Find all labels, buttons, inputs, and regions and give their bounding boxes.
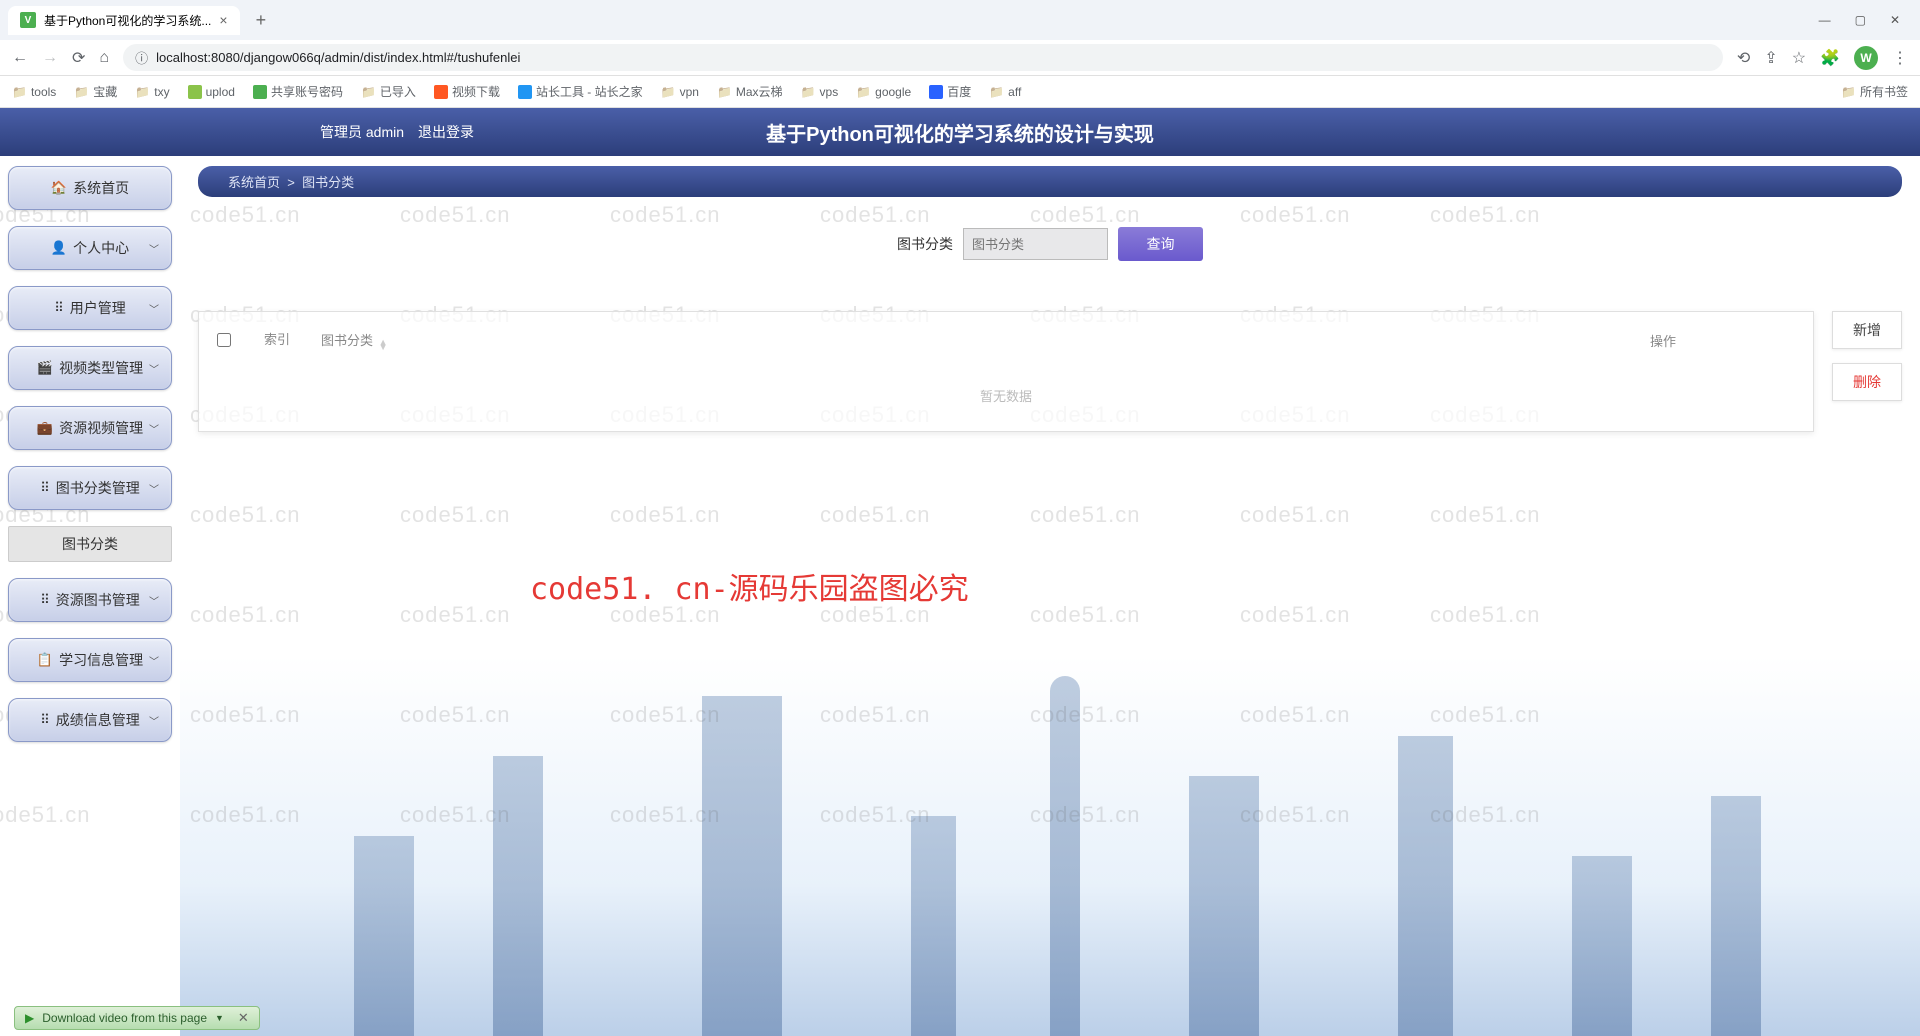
translate-icon[interactable]: ⟲ <box>1737 48 1750 68</box>
play-icon: ▶ <box>25 1011 34 1025</box>
grid-icon: ⠿ <box>40 592 50 608</box>
reload-icon[interactable]: ⟳ <box>72 48 85 68</box>
menu-home[interactable]: 🏠系统首页 <box>8 166 172 210</box>
menu-score-info[interactable]: ⠿成绩信息管理﹀ <box>8 698 172 742</box>
bookmark-vpn[interactable]: vpn <box>661 85 699 99</box>
admin-label: 管理员 admin <box>320 122 404 142</box>
breadcrumb: 系统首页 > 图书分类 <box>198 166 1902 197</box>
grid-icon: ⠿ <box>40 712 50 728</box>
all-bookmarks[interactable]: 所有书签 <box>1841 83 1908 100</box>
search-input[interactable] <box>963 228 1108 260</box>
new-tab-button[interactable]: + <box>248 10 275 31</box>
address-bar: ← → ⟳ ⌂ ⓘ localhost:8080/djangow066q/adm… <box>0 40 1920 76</box>
sort-caret-icon[interactable]: ▲▼ <box>379 340 388 351</box>
bookmark-vps[interactable]: vps <box>801 85 839 99</box>
menu-icon[interactable]: ⋮ <box>1892 48 1908 68</box>
main-content: 系统首页 > 图书分类 图书分类 查询 索引 图书分类 ▲▼ 操作 暂 <box>180 156 1920 1036</box>
bookmark-video-dl[interactable]: 视频下载 <box>434 83 500 100</box>
bookmark-imported[interactable]: 已导入 <box>361 83 416 100</box>
menu-personal[interactable]: 👤个人中心﹀ <box>8 226 172 270</box>
chevron-down-icon: ﹀ <box>149 481 159 496</box>
minimize-icon[interactable]: — <box>1819 13 1831 27</box>
app-header: 管理员 admin 退出登录 基于Python可视化的学习系统的设计与实现 <box>0 108 1920 156</box>
menu-book-category[interactable]: ⠿图书分类管理﹀ <box>8 466 172 510</box>
grid-icon: ⠿ <box>40 480 50 496</box>
back-icon[interactable]: ← <box>12 49 28 67</box>
close-icon[interactable]: ✕ <box>238 1010 249 1026</box>
menu-study-info[interactable]: 📋学习信息管理﹀ <box>8 638 172 682</box>
profile-avatar[interactable]: W <box>1854 46 1878 70</box>
briefcase-icon: 💼 <box>37 420 53 436</box>
url-input[interactable]: ⓘ localhost:8080/djangow066q/admin/dist/… <box>123 44 1723 71</box>
bookmark-star-icon[interactable]: ☆ <box>1792 48 1806 68</box>
menu-user-mgmt[interactable]: ⠿用户管理﹀ <box>8 286 172 330</box>
col-index: 索引 <box>249 332 305 349</box>
breadcrumb-home[interactable]: 系统首页 <box>228 175 280 190</box>
window-controls: — ▢ ✕ <box>1819 13 1912 27</box>
bookmark-share-account[interactable]: 共享账号密码 <box>253 83 343 100</box>
bookmarks-bar: tools 宝藏 txy uplod 共享账号密码 已导入 视频下载 站长工具 … <box>0 76 1920 108</box>
bookmark-google[interactable]: google <box>856 85 911 99</box>
menu-resource-book[interactable]: ⠿资源图书管理﹀ <box>8 578 172 622</box>
extensions-icon[interactable]: 🧩 <box>1820 48 1840 68</box>
chevron-down-icon: ﹀ <box>149 593 159 608</box>
bookmark-uplod[interactable]: uplod <box>188 85 235 99</box>
search-button[interactable]: 查询 <box>1118 227 1203 261</box>
chevron-down-icon: ﹀ <box>149 241 159 256</box>
bookmark-tools[interactable]: tools <box>12 85 56 99</box>
side-actions: 新增 删除 <box>1832 311 1902 432</box>
clipboard-icon: 📋 <box>37 652 53 668</box>
search-row: 图书分类 查询 <box>198 227 1902 261</box>
col-category[interactable]: 图书分类 ▲▼ <box>305 330 1513 351</box>
forward-icon[interactable]: → <box>42 49 58 67</box>
select-all-checkbox[interactable] <box>217 333 231 347</box>
app-title: 基于Python可视化的学习系统的设计与实现 <box>766 118 1154 147</box>
sidebar: 🏠系统首页 👤个人中心﹀ ⠿用户管理﹀ 🎬视频类型管理﹀ 💼资源视频管理﹀ ⠿图… <box>0 156 180 1036</box>
table-empty-text: 暂无数据 <box>199 368 1813 431</box>
bookmark-baozang[interactable]: 宝藏 <box>74 83 117 100</box>
add-button[interactable]: 新增 <box>1832 311 1902 349</box>
tab-favicon-icon: V <box>20 12 36 28</box>
browser-tab-bar: V 基于Python可视化的学习系统... × + — ▢ ✕ <box>0 0 1920 40</box>
chevron-down-icon: ﹀ <box>149 301 159 316</box>
bookmark-max[interactable]: Max云梯 <box>717 83 783 100</box>
bookmark-zhanzhang[interactable]: 站长工具 - 站长之家 <box>518 83 643 100</box>
user-icon: 👤 <box>51 240 67 256</box>
delete-button[interactable]: 删除 <box>1832 363 1902 401</box>
search-label: 图书分类 <box>897 234 953 254</box>
chevron-down-icon: ﹀ <box>149 421 159 436</box>
menu-video-type[interactable]: 🎬视频类型管理﹀ <box>8 346 172 390</box>
data-table: 索引 图书分类 ▲▼ 操作 暂无数据 <box>198 311 1814 432</box>
logout-link[interactable]: 退出登录 <box>418 122 474 142</box>
video-icon: 🎬 <box>37 360 53 376</box>
col-operation: 操作 <box>1513 331 1813 350</box>
browser-tab[interactable]: V 基于Python可视化的学习系统... × <box>8 6 240 35</box>
maximize-icon[interactable]: ▢ <box>1855 13 1866 27</box>
bookmark-aff[interactable]: aff <box>989 85 1021 99</box>
url-text: localhost:8080/djangow066q/admin/dist/in… <box>156 50 520 65</box>
share-icon[interactable]: ⇪ <box>1764 48 1777 68</box>
download-video-bar[interactable]: ▶ Download video from this page ▼ ✕ <box>14 1006 260 1030</box>
menu-book-category-sub[interactable]: 图书分类 <box>8 526 172 562</box>
grid-icon: ⠿ <box>54 300 64 316</box>
tab-close-icon[interactable]: × <box>219 12 227 28</box>
site-info-icon[interactable]: ⓘ <box>135 48 148 67</box>
home-icon[interactable]: ⌂ <box>99 49 109 67</box>
chevron-down-icon: ﹀ <box>149 713 159 728</box>
tab-title: 基于Python可视化的学习系统... <box>44 12 211 29</box>
home-icon: 🏠 <box>51 180 67 196</box>
chevron-down-icon: ﹀ <box>149 361 159 376</box>
breadcrumb-current: 图书分类 <box>302 175 354 190</box>
bookmark-txy[interactable]: txy <box>135 85 169 99</box>
chevron-down-icon: ﹀ <box>149 653 159 668</box>
chevron-down-icon[interactable]: ▼ <box>215 1013 224 1023</box>
menu-resource-video[interactable]: 💼资源视频管理﹀ <box>8 406 172 450</box>
bookmark-baidu[interactable]: 百度 <box>929 83 971 100</box>
close-window-icon[interactable]: ✕ <box>1890 13 1900 27</box>
